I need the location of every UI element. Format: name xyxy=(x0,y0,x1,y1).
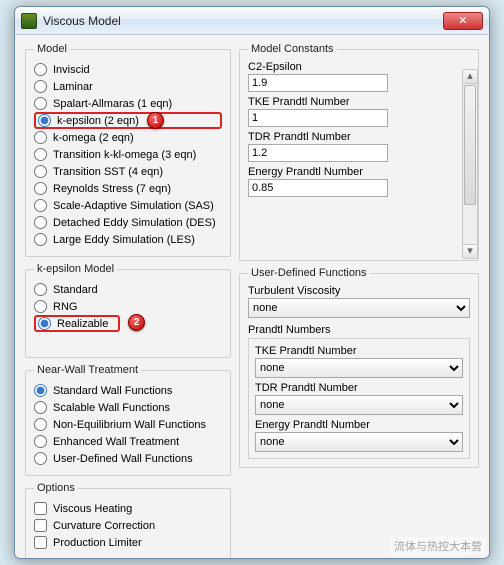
nw-standard[interactable]: Standard Wall Functions xyxy=(34,382,222,399)
badge-2: 2 xyxy=(128,314,145,331)
scroll-up-icon[interactable]: ▴ xyxy=(463,70,477,84)
energy-input[interactable] xyxy=(248,179,388,197)
model-des[interactable]: Detached Eddy Simulation (DES) xyxy=(34,214,222,231)
options-group: Options Viscous Heating Curvature Correc… xyxy=(25,482,231,559)
const-tke: TKE Prandtl Number xyxy=(248,96,456,127)
tdr-input[interactable] xyxy=(248,144,388,162)
const-c2eps: C2-Epsilon xyxy=(248,61,456,92)
window-title: Viscous Model xyxy=(43,14,443,28)
model-reynolds[interactable]: Reynolds Stress (7 eqn) xyxy=(34,180,222,197)
tdr-prandtl-select[interactable]: none xyxy=(255,395,463,415)
nw-enhanced[interactable]: Enhanced Wall Treatment xyxy=(34,433,222,450)
titlebar: Viscous Model ✕ xyxy=(15,7,489,35)
tke-input[interactable] xyxy=(248,109,388,127)
const-tdr: TDR Prandtl Number xyxy=(248,131,456,162)
model-sas[interactable]: Scale-Adaptive Simulation (SAS) xyxy=(34,197,222,214)
scroll-thumb[interactable] xyxy=(464,85,476,205)
model-legend: Model xyxy=(34,43,70,55)
prandtl-sub: TKE Prandtl Number none TDR Prandtl Numb… xyxy=(248,338,470,459)
udf-group: User-Defined Functions Turbulent Viscosi… xyxy=(239,267,479,468)
ke-standard[interactable]: Standard xyxy=(34,281,222,298)
model-inviscid[interactable]: Inviscid xyxy=(34,61,222,78)
turb-visc-select[interactable]: none xyxy=(248,298,470,318)
close-button[interactable]: ✕ xyxy=(443,12,483,30)
model-laminar[interactable]: Laminar xyxy=(34,78,222,95)
nw-scalable[interactable]: Scalable Wall Functions xyxy=(34,399,222,416)
c2eps-input[interactable] xyxy=(248,74,388,92)
ke-realizable[interactable]: Realizable xyxy=(34,315,120,332)
near-wall-group: Near-Wall Treatment Standard Wall Functi… xyxy=(25,364,231,476)
energy-prandtl-select[interactable]: none xyxy=(255,432,463,452)
model-les[interactable]: Large Eddy Simulation (LES) xyxy=(34,231,222,248)
badge-1: 1 xyxy=(147,112,164,129)
scroll-down-icon[interactable]: ▾ xyxy=(463,244,477,258)
model-group: Model Inviscid Laminar Spalart-Allmaras … xyxy=(25,43,231,257)
model-k-epsilon[interactable]: k-epsilon (2 eqn)1 xyxy=(34,112,222,129)
opt-viscous-heating[interactable]: Viscous Heating xyxy=(34,500,222,517)
model-spalart[interactable]: Spalart-Allmaras (1 eqn) xyxy=(34,95,222,112)
ke-rng[interactable]: RNG xyxy=(34,298,222,315)
ke-legend: k-epsilon Model xyxy=(34,263,117,275)
app-icon xyxy=(21,13,37,29)
constants-scrollbar[interactable]: ▴ ▾ xyxy=(462,69,478,259)
const-energy: Energy Prandtl Number xyxy=(248,166,456,197)
udf-legend: User-Defined Functions xyxy=(248,267,370,279)
model-trans-kkl[interactable]: Transition k-kl-omega (3 eqn) xyxy=(34,146,222,163)
model-k-omega[interactable]: k-omega (2 eqn) xyxy=(34,129,222,146)
options-legend: Options xyxy=(34,482,78,494)
constants-group: Model Constants C2-Epsilon TKE Prandtl N… xyxy=(239,43,479,261)
constants-legend: Model Constants xyxy=(248,43,337,55)
nw-noneq[interactable]: Non-Equilibrium Wall Functions xyxy=(34,416,222,433)
ke-model-group: k-epsilon Model Standard RNG Realizable … xyxy=(25,263,231,358)
model-trans-sst[interactable]: Transition SST (4 eqn) xyxy=(34,163,222,180)
opt-curvature[interactable]: Curvature Correction xyxy=(34,517,222,534)
watermark: 流体与热控大本营 xyxy=(390,537,486,555)
nw-userdef[interactable]: User-Defined Wall Functions xyxy=(34,450,222,467)
dialog-window: Viscous Model ✕ Model Inviscid Laminar S… xyxy=(14,6,490,559)
opt-prod-limiter[interactable]: Production Limiter xyxy=(34,534,222,551)
content-area: Model Inviscid Laminar Spalart-Allmaras … xyxy=(15,35,489,558)
tke-prandtl-select[interactable]: none xyxy=(255,358,463,378)
near-wall-legend: Near-Wall Treatment xyxy=(34,364,141,376)
